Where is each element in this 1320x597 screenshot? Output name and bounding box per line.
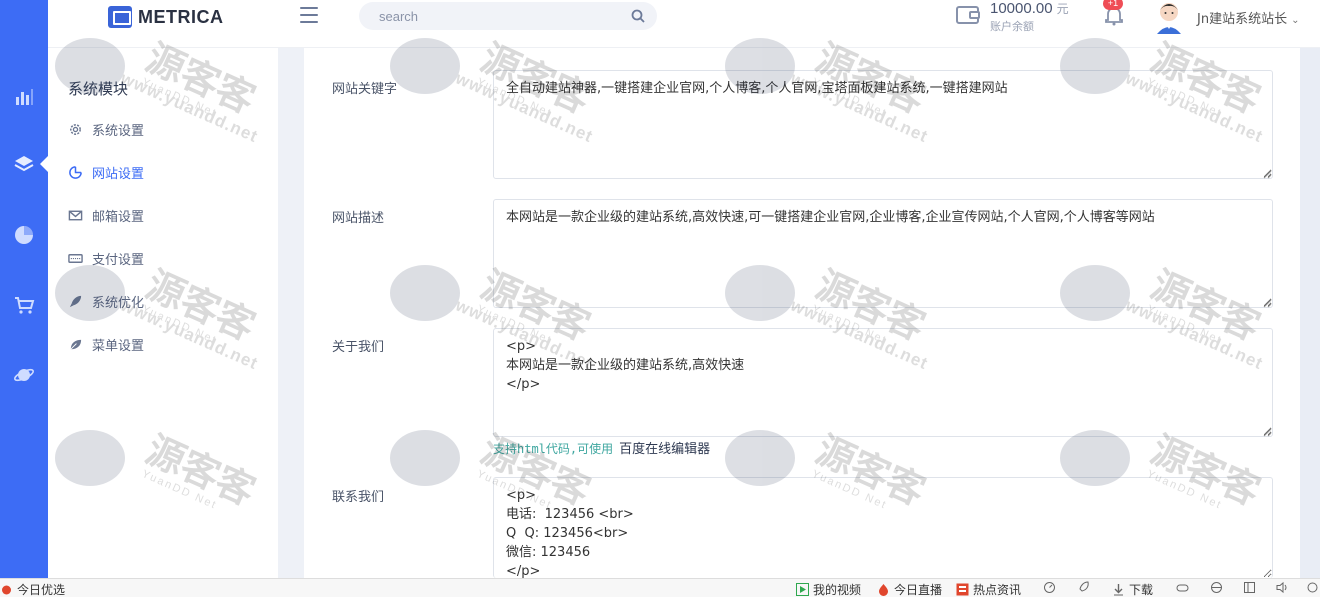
rail-active-indicator: [40, 156, 48, 172]
window-tool[interactable]: [1243, 581, 1256, 594]
keywords-label: 网站关键字: [332, 82, 398, 97]
submenu-item-system-settings[interactable]: 系统设置: [68, 119, 144, 139]
top-header: [48, 0, 1320, 48]
live-today-link[interactable]: 今日直播: [877, 581, 942, 597]
submenu-title: 系统模块: [68, 80, 129, 98]
avatar[interactable]: [1154, 0, 1184, 34]
chevron-down-icon: ⌄: [1291, 15, 1300, 26]
logo-icon: [108, 6, 132, 28]
search-bar: [359, 2, 657, 30]
about-label: 关于我们: [332, 340, 385, 355]
download-link[interactable]: 下载: [1112, 581, 1153, 597]
submenu-item-label: 支付设置: [92, 252, 145, 268]
planet-icon: [14, 368, 34, 382]
speed-icon[interactable]: [1043, 581, 1056, 594]
keywords-textarea[interactable]: 全自动建站神器,一键搭建企业官网,个人博客,个人官网,宝塔面板建站系统,一键搭建…: [493, 70, 1273, 179]
search-icon[interactable]: [631, 9, 645, 23]
pie-icon: [15, 226, 33, 244]
balance-unit: 元: [1056, 2, 1069, 16]
description-textarea[interactable]: 本网站是一款企业级的建站系统,高效快速,可一键搭建企业官网,企业博客,企业宣传网…: [493, 199, 1273, 308]
submenu-item-system-optimize[interactable]: 系统优化: [68, 291, 144, 311]
user-menu[interactable]: Jn建站系统站长 ⌄: [1197, 8, 1299, 27]
controller-icon: [1176, 584, 1189, 592]
baidu-editor-link[interactable]: 百度在线编辑器: [619, 442, 710, 457]
leaf-icon: [70, 339, 82, 350]
today-picks[interactable]: 今日优选: [0, 581, 65, 597]
status-item-label: 我的视频: [813, 583, 862, 597]
description-label: 网站描述: [332, 211, 385, 226]
play-icon: [796, 583, 809, 596]
status-item-label: 下载: [1129, 583, 1154, 597]
cart-icon: [15, 297, 35, 314]
submenu-item-label: 系统优化: [92, 295, 145, 311]
hamburger-line: [300, 14, 318, 16]
layers-icon: [14, 156, 34, 172]
rocket-icon: [69, 295, 82, 307]
status-item-label: 热点资讯: [973, 583, 1022, 597]
submenu-item-mail-settings[interactable]: 邮箱设置: [68, 205, 144, 225]
rocket-icon: [1079, 581, 1089, 592]
logo-text: METRICA: [138, 6, 224, 27]
card-icon: [68, 253, 83, 263]
browser-status-bar: 今日优选 我的视频 今日直播 热点资讯 下载: [0, 578, 1320, 597]
right-gutter: [1300, 48, 1320, 578]
globe-icon: [69, 165, 82, 179]
game-tool[interactable]: [1176, 581, 1189, 594]
window-icon: [1244, 582, 1255, 593]
today-picks-label: 今日优选: [17, 583, 66, 597]
speaker-icon: [1276, 581, 1287, 594]
search-icon: [1307, 582, 1318, 593]
rail-item-dashboard[interactable]: [0, 76, 48, 116]
notification-badge: +1: [1103, 0, 1123, 10]
ie-icon: [1211, 582, 1222, 593]
menu-toggle-button[interactable]: [300, 7, 318, 23]
download-icon: [1114, 584, 1123, 596]
balance-amount: 10000.00 元: [990, 0, 1069, 17]
module-submenu: 系统模块 系统设置 网站设置 邮箱设置 支付设置 系统优化 菜单设置: [48, 48, 278, 578]
submenu-item-payment-settings[interactable]: 支付设置: [68, 248, 144, 268]
gear-icon: [70, 123, 81, 135]
html-help-hint: 支持html代码,可使用: [493, 442, 614, 456]
user-name: Jn建站系统站长: [1197, 12, 1288, 27]
flame-icon: [2, 585, 11, 595]
resize-grip-icon[interactable]: [1263, 299, 1272, 308]
submenu-item-label: 菜单设置: [92, 338, 145, 354]
submenu-item-label: 邮箱设置: [92, 209, 145, 225]
rail-item-stats[interactable]: [0, 215, 48, 255]
balance-label: 账户余额: [990, 20, 1034, 33]
gauge-icon: [1044, 582, 1055, 593]
rocket-tool[interactable]: [1077, 581, 1090, 594]
contact-textarea[interactable]: <p> 电话: 123456 <br> Q Q: 123456<br> 微信: …: [493, 477, 1273, 578]
balance-value: 10000.00: [990, 0, 1053, 17]
volume-tool[interactable]: [1276, 581, 1289, 594]
fire-icon: [879, 584, 888, 596]
resize-grip-icon[interactable]: [1263, 170, 1272, 179]
chart-icon: [16, 89, 33, 105]
hamburger-line: [300, 21, 318, 23]
icon-rail: [0, 0, 48, 578]
search-tool[interactable]: [1306, 581, 1319, 594]
wallet-icon: [956, 6, 980, 24]
hamburger-line: [300, 7, 318, 9]
status-item-label: 今日直播: [894, 583, 943, 597]
website-settings-form: 网站关键字 全自动建站神器,一键搭建企业官网,个人博客,个人官网,宝塔面板建站系…: [304, 48, 1300, 578]
submenu-item-label: 系统设置: [92, 123, 145, 139]
resize-grip-icon[interactable]: [1263, 428, 1272, 437]
search-input[interactable]: [359, 8, 609, 24]
rail-item-explore[interactable]: [0, 355, 48, 395]
submenu-item-website-settings[interactable]: 网站设置: [68, 162, 144, 182]
rail-item-shop[interactable]: [0, 285, 48, 325]
app-logo[interactable]: METRICA: [108, 5, 224, 29]
submenu-item-label: 网站设置: [92, 166, 145, 182]
submenu-item-menu-settings[interactable]: 菜单设置: [68, 334, 144, 354]
hot-news-link[interactable]: 热点资讯: [956, 581, 1021, 597]
mail-icon: [68, 210, 83, 220]
html-help-line: 支持html代码,可使用 百度在线编辑器: [493, 438, 710, 457]
browser-tool[interactable]: [1210, 581, 1223, 594]
news-icon: [956, 583, 969, 596]
about-textarea[interactable]: <p> 本网站是一款企业级的建站系统,高效快速 </p>: [493, 328, 1273, 437]
my-video-link[interactable]: 我的视频: [796, 581, 861, 597]
contact-label: 联系我们: [332, 490, 385, 505]
